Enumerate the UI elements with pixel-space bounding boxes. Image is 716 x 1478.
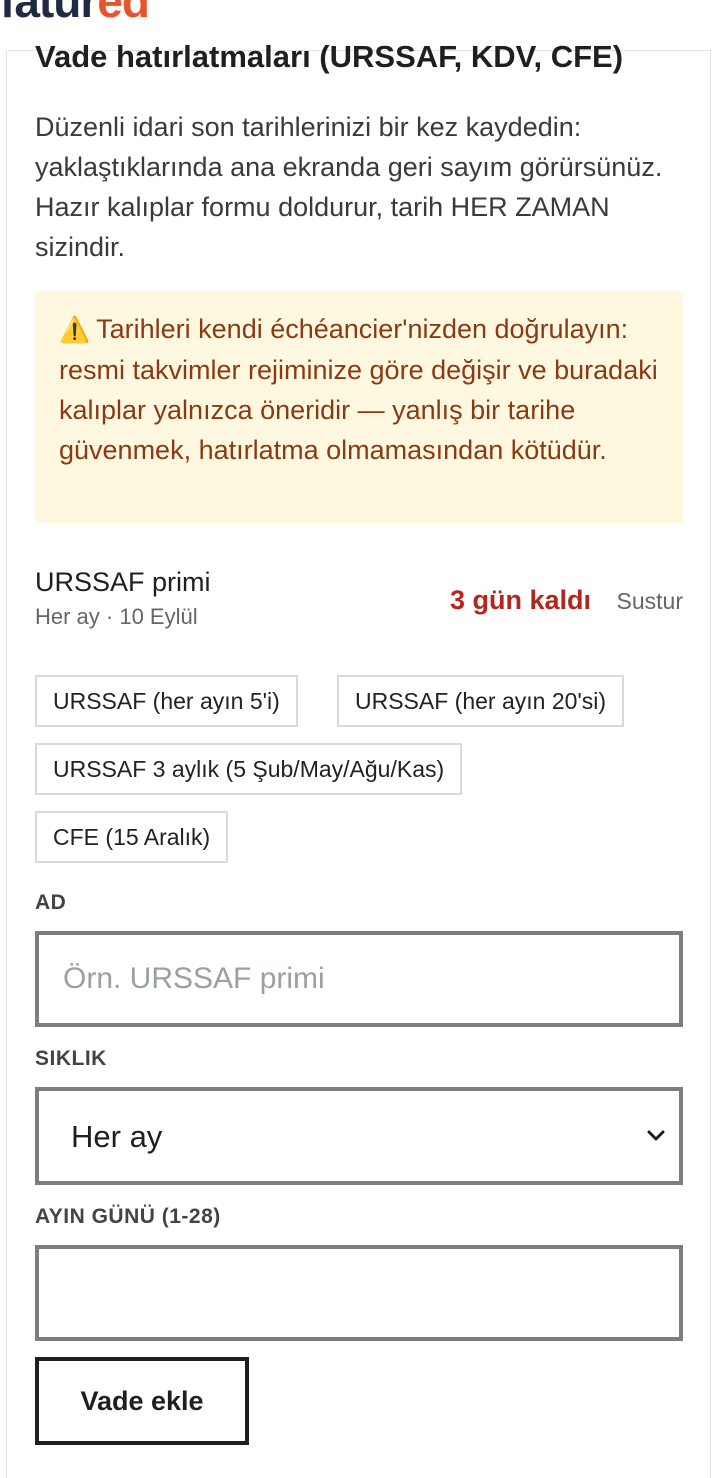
frequency-select[interactable]: Her ay bbox=[35, 1087, 683, 1185]
day-input[interactable] bbox=[35, 1245, 683, 1341]
reminders-card: Vade hatırlatmaları (URSSAF, KDV, CFE) D… bbox=[6, 39, 711, 1478]
warning-text: Tarihleri kendi échéancier'nizden doğrul… bbox=[59, 314, 658, 465]
warning-banner: ⚠️ Tarihleri kendi échéancier'nizden doğr… bbox=[35, 291, 683, 523]
name-input[interactable] bbox=[35, 931, 683, 1027]
name-label: AD bbox=[35, 891, 67, 914]
reminder-schedule: Her ay · 10 Eylül bbox=[35, 604, 198, 629]
frequency-selected-value: Her ay bbox=[71, 1119, 163, 1154]
chevron-down-icon bbox=[647, 1130, 665, 1141]
brand-logo-part2: ed bbox=[97, 0, 150, 27]
brand-logo-part1: fatur bbox=[0, 0, 98, 27]
add-due-date-button[interactable]: Vade ekle bbox=[35, 1357, 249, 1445]
frequency-label: SIKLIK bbox=[35, 1047, 107, 1070]
warning-icon: ⚠️ bbox=[59, 316, 91, 344]
mute-button[interactable]: Sustur bbox=[617, 586, 683, 616]
section-intro: Düzenli idari son tarihlerinizi bir kez … bbox=[35, 112, 663, 262]
reminder-name: URSSAF primi bbox=[35, 567, 211, 597]
section-title: Vade hatırlatmaları (URSSAF, KDV, CFE) bbox=[35, 39, 624, 74]
brand-logo: fatured bbox=[0, 0, 150, 27]
reminder-countdown: 3 gün kaldı bbox=[449, 585, 591, 615]
preset-urssaf-20[interactable]: URSSAF (her ayın 20'si) bbox=[337, 675, 625, 727]
preset-cfe[interactable]: CFE (15 Aralık) bbox=[35, 811, 229, 863]
preset-urssaf-5[interactable]: URSSAF (her ayın 5'i) bbox=[35, 675, 298, 727]
reminder-item: URSSAF primi Her ay · 10 Eylül 3 gün kal… bbox=[35, 565, 683, 635]
day-label: AYIN GÜNÜ (1-28) bbox=[35, 1205, 221, 1228]
preset-urssaf-quarterly[interactable]: URSSAF 3 aylık (5 Şub/May/Ağu/Kas) bbox=[35, 743, 463, 795]
